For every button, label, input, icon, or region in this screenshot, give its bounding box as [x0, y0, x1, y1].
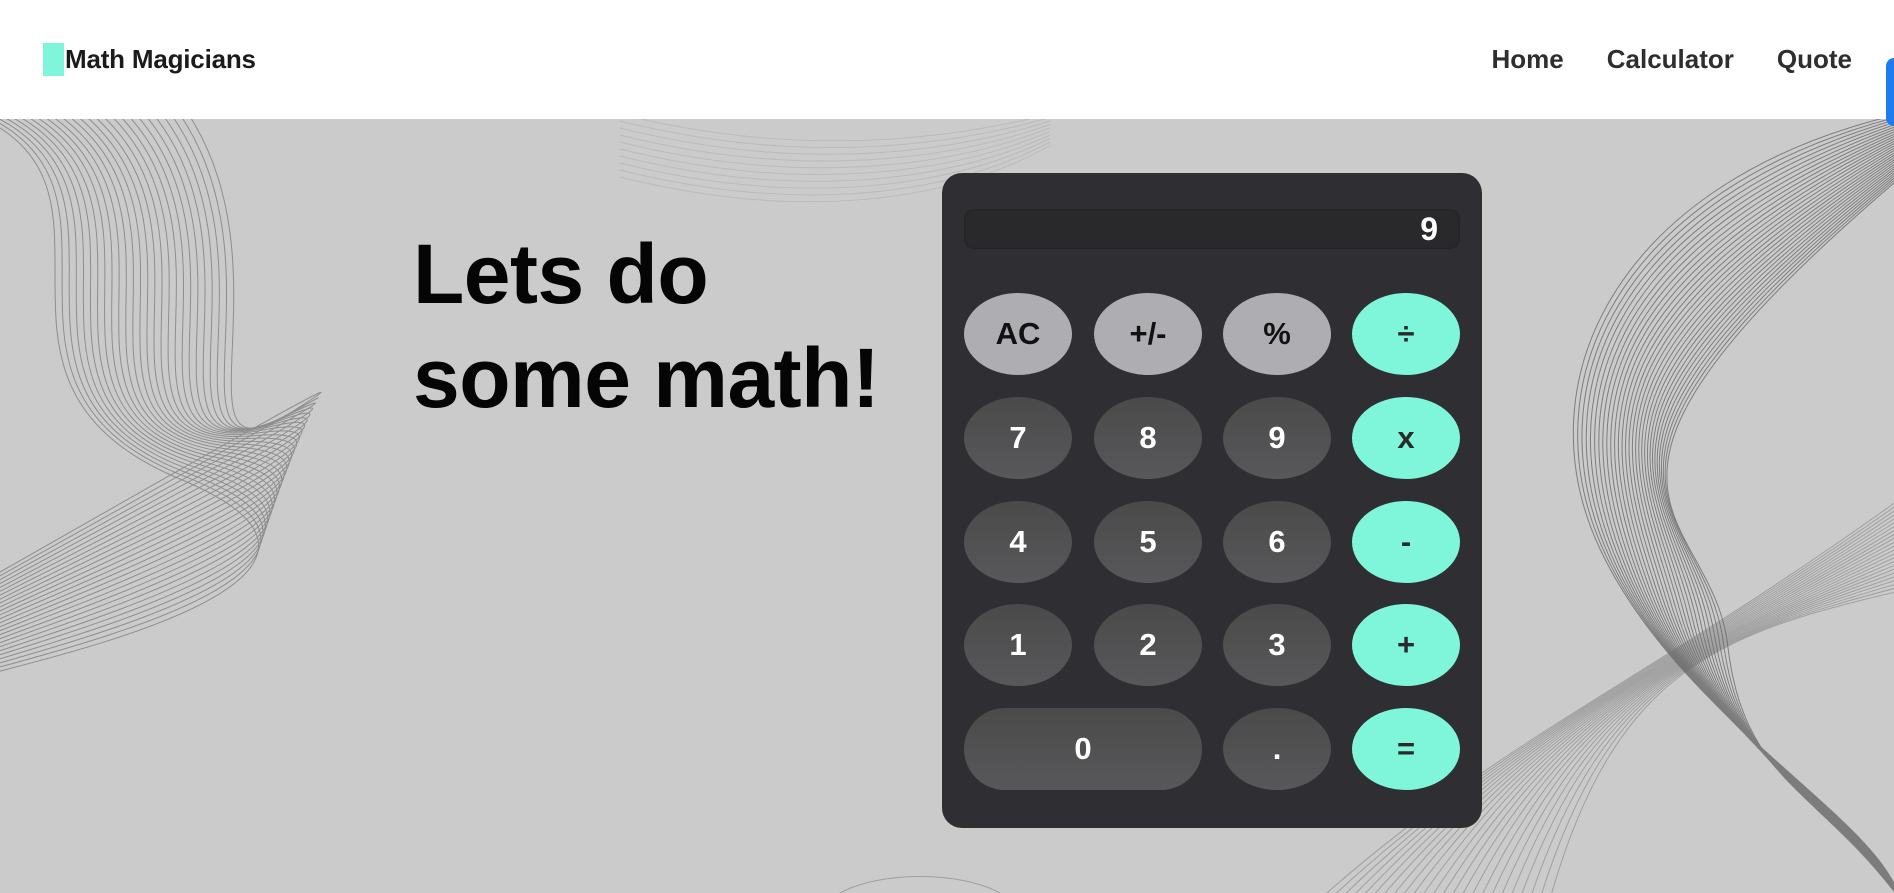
background-wave-line — [1644, 159, 1894, 891]
background-wave-line — [1521, 580, 1894, 893]
background-wave-line — [1472, 561, 1894, 893]
background-wave-line — [1660, 175, 1894, 892]
digit-9-button[interactable]: 9 — [1223, 397, 1331, 479]
digit-5-button[interactable]: 5 — [1094, 501, 1202, 583]
logo[interactable]: Math Magicians — [43, 43, 256, 76]
hero-heading-line-1: Lets do — [413, 227, 709, 321]
background-wave-line — [0, 119, 283, 632]
multiply-button[interactable]: x — [1352, 397, 1460, 479]
background-wave-line — [619, 120, 1051, 155]
logo-text: Math Magicians — [65, 44, 256, 74]
background-wave-line — [0, 119, 293, 616]
background-wave-line — [1651, 166, 1894, 892]
background-wave-line — [1602, 131, 1894, 888]
nav-link-quote[interactable]: Quote — [1777, 44, 1852, 75]
top-navbar: Math Magicians Home Calculator Quote — [0, 0, 1894, 119]
background-wave-line — [1614, 138, 1894, 889]
digit-8-button[interactable]: 8 — [1094, 397, 1202, 479]
digit-6-button[interactable]: 6 — [1223, 501, 1331, 583]
calculator: 9 AC +/- % ÷ 7 8 9 x 4 5 6 - 1 2 3 + 0 .… — [942, 173, 1482, 828]
background-wave-line — [1462, 557, 1894, 893]
nav-menu: Home Calculator Quote — [1491, 44, 1852, 75]
nav-link-calculator[interactable]: Calculator — [1607, 44, 1734, 75]
hero-heading-line-2: some math! — [413, 331, 880, 425]
scroll-indicator[interactable] — [1886, 58, 1894, 126]
background-wave-line — [0, 119, 288, 624]
minus-button[interactable]: - — [1352, 501, 1460, 583]
background-wave-line — [0, 119, 322, 573]
background-wave-line — [1610, 136, 1894, 889]
sign-toggle-button[interactable]: +/- — [1094, 293, 1202, 375]
background-wave-line — [639, 119, 1032, 142]
background-wave-line — [1541, 588, 1894, 893]
background-wave-line — [0, 119, 305, 596]
background-wave-line — [1594, 126, 1894, 887]
digit-0-button[interactable]: 0 — [964, 708, 1202, 790]
digit-4-button[interactable]: 4 — [964, 501, 1072, 583]
background-wave-line — [1666, 182, 1894, 893]
background-wave-line — [839, 876, 1001, 893]
digit-3-button[interactable]: 3 — [1223, 604, 1331, 686]
logo-mark — [43, 43, 64, 76]
digit-7-button[interactable]: 7 — [964, 397, 1072, 479]
digit-1-button[interactable]: 1 — [964, 604, 1072, 686]
divide-button[interactable]: ÷ — [1352, 293, 1460, 375]
plus-button[interactable]: + — [1352, 604, 1460, 686]
digit-2-button[interactable]: 2 — [1094, 604, 1202, 686]
background-wave-line — [0, 119, 280, 636]
background-wave-line — [1606, 133, 1894, 888]
equals-button[interactable]: = — [1352, 708, 1460, 790]
background-wave-line — [0, 119, 300, 604]
background-wave-line — [1662, 177, 1894, 892]
calculator-display: 9 — [964, 209, 1460, 249]
hero-heading: Lets do some math! — [413, 222, 880, 430]
decimal-point-button[interactable]: . — [1223, 708, 1331, 790]
ac-button[interactable]: AC — [964, 293, 1072, 375]
background-wave-line — [1598, 129, 1894, 888]
nav-link-home[interactable]: Home — [1491, 44, 1563, 75]
percent-button[interactable]: % — [1223, 293, 1331, 375]
